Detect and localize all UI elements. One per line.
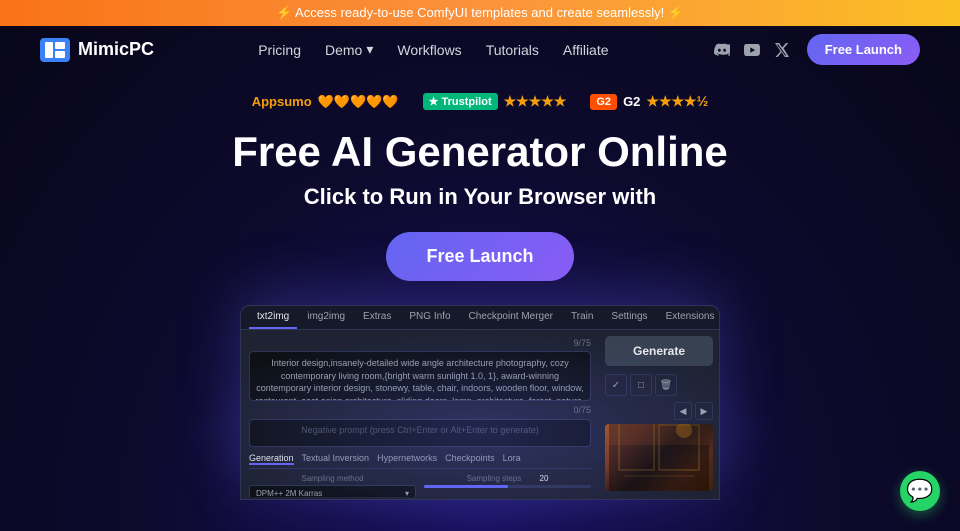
nav-icons: [713, 41, 791, 59]
top-banner[interactable]: ⚡ Access ready-to-use ComfyUI templates …: [0, 0, 960, 26]
preview-tabs: txt2img img2img Extras PNG Info Checkpoi…: [241, 306, 719, 330]
nav-prev-button[interactable]: ◀: [674, 402, 692, 420]
nav-tutorials[interactable]: Tutorials: [486, 42, 539, 58]
tab-txt2img[interactable]: txt2img: [249, 306, 297, 329]
hero-free-launch-button[interactable]: Free Launch: [386, 232, 573, 281]
dropdown-arrow-icon: ▾: [405, 489, 409, 497]
preview-image: [605, 424, 713, 491]
subtab-checkpoints[interactable]: Checkpoints: [445, 453, 495, 465]
generate-button[interactable]: Generate: [605, 336, 713, 366]
preview-nav-row: ◀ ▶: [605, 402, 713, 420]
settings-row: Sampling method DPM++ 2M Karras ▾ Sampli…: [249, 474, 591, 497]
preview-left-panel: 9/75 Interior design,insanely-detailed w…: [241, 330, 599, 497]
twitter-icon[interactable]: [773, 41, 791, 59]
tab-png-info[interactable]: PNG Info: [401, 306, 458, 329]
g2-stars: ★★★★½: [646, 93, 708, 110]
youtube-icon[interactable]: [743, 41, 761, 59]
preview-image-inner: [605, 424, 713, 491]
hero-title: Free AI Generator Online: [40, 128, 920, 176]
sampling-steps-col: Sampling steps 20: [424, 474, 591, 497]
navbar: MimicPC Pricing Demo ▾ Workflows Tutoria…: [0, 26, 960, 73]
prompt-counter: 9/75: [249, 338, 591, 348]
whatsapp-button[interactable]: 💬: [900, 471, 940, 511]
tab-img2img[interactable]: img2img: [299, 306, 353, 329]
appsumo-icons: 🧡🧡🧡🧡🧡: [318, 94, 399, 110]
preview-window: txt2img img2img Extras PNG Info Checkpoi…: [240, 305, 720, 500]
trustpilot-badge: ★ Trustpilot ★★★★★: [423, 93, 567, 110]
prompt-textarea[interactable]: Interior design,insanely-detailed wide a…: [249, 351, 591, 401]
appsumo-label: Appsumo: [252, 94, 312, 109]
g2-logo: G2: [590, 94, 617, 110]
chevron-down-icon: ▾: [366, 41, 373, 58]
trustpilot-logo: ★ Trustpilot: [423, 93, 498, 110]
action-copy-button[interactable]: □: [630, 374, 652, 396]
appsumo-badge: Appsumo 🧡🧡🧡🧡🧡: [252, 94, 399, 110]
tab-extensions[interactable]: Extensions: [658, 306, 720, 329]
action-delete-button[interactable]: 🗑: [655, 374, 677, 396]
subtab-generation[interactable]: Generation: [249, 453, 294, 465]
discord-icon[interactable]: [713, 41, 731, 59]
nav-workflows[interactable]: Workflows: [397, 42, 461, 58]
logo-text: MimicPC: [78, 39, 154, 60]
nav-right: Free Launch: [713, 34, 920, 65]
sampling-steps-label: Sampling steps 20: [424, 474, 591, 483]
hero-subtitle: Click to Run in Your Browser with: [40, 184, 920, 210]
subtab-textual-inversion[interactable]: Textual Inversion: [302, 453, 370, 465]
nav-links: Pricing Demo ▾ Workflows Tutorials Affil…: [258, 41, 608, 58]
sampling-method-dropdown[interactable]: DPM++ 2M Karras ▾: [249, 485, 416, 497]
badges-row: Appsumo 🧡🧡🧡🧡🧡 ★ Trustpilot ★★★★★ G2 G2 ★…: [40, 93, 920, 110]
nav-affiliate[interactable]: Affiliate: [563, 42, 609, 58]
sampling-method-label: Sampling method: [249, 474, 416, 483]
subtab-hypernetworks[interactable]: Hypernetworks: [377, 453, 437, 465]
g2-badge: G2 G2 ★★★★½: [590, 93, 708, 110]
tab-checkpoint-merger[interactable]: Checkpoint Merger: [461, 306, 561, 329]
g2-label: G2: [623, 94, 640, 109]
preview-body: 9/75 Interior design,insanely-detailed w…: [241, 330, 719, 497]
action-check-button[interactable]: ✓: [605, 374, 627, 396]
sampling-steps-slider[interactable]: [424, 485, 591, 488]
action-buttons-row: ✓ □ 🗑: [605, 374, 713, 396]
tab-extras[interactable]: Extras: [355, 306, 399, 329]
preview-subtabs: Generation Textual Inversion Hypernetwor…: [249, 453, 591, 469]
hero-section: Appsumo 🧡🧡🧡🧡🧡 ★ Trustpilot ★★★★★ G2 G2 ★…: [0, 73, 960, 500]
logo[interactable]: MimicPC: [40, 38, 154, 62]
nav-pricing[interactable]: Pricing: [258, 42, 301, 58]
nav-demo[interactable]: Demo ▾: [325, 41, 373, 58]
banner-text: ⚡ Access ready-to-use ComfyUI templates …: [276, 5, 684, 20]
trustpilot-stars: ★★★★★: [504, 93, 567, 110]
preview-right-panel: Generate ✓ □ 🗑 ◀ ▶: [599, 330, 719, 497]
tab-settings[interactable]: Settings: [603, 306, 655, 329]
logo-icon: [40, 38, 70, 62]
tab-train[interactable]: Train: [563, 306, 601, 329]
nav-free-launch-button[interactable]: Free Launch: [807, 34, 920, 65]
negative-prompt-area[interactable]: Negative prompt (press Ctrl+Enter or Alt…: [249, 419, 591, 447]
neg-counter: 0/75: [249, 405, 591, 415]
sampling-method-col: Sampling method DPM++ 2M Karras ▾: [249, 474, 416, 497]
whatsapp-icon: 💬: [906, 478, 933, 504]
nav-next-button[interactable]: ▶: [695, 402, 713, 420]
subtab-lora[interactable]: Lora: [503, 453, 521, 465]
